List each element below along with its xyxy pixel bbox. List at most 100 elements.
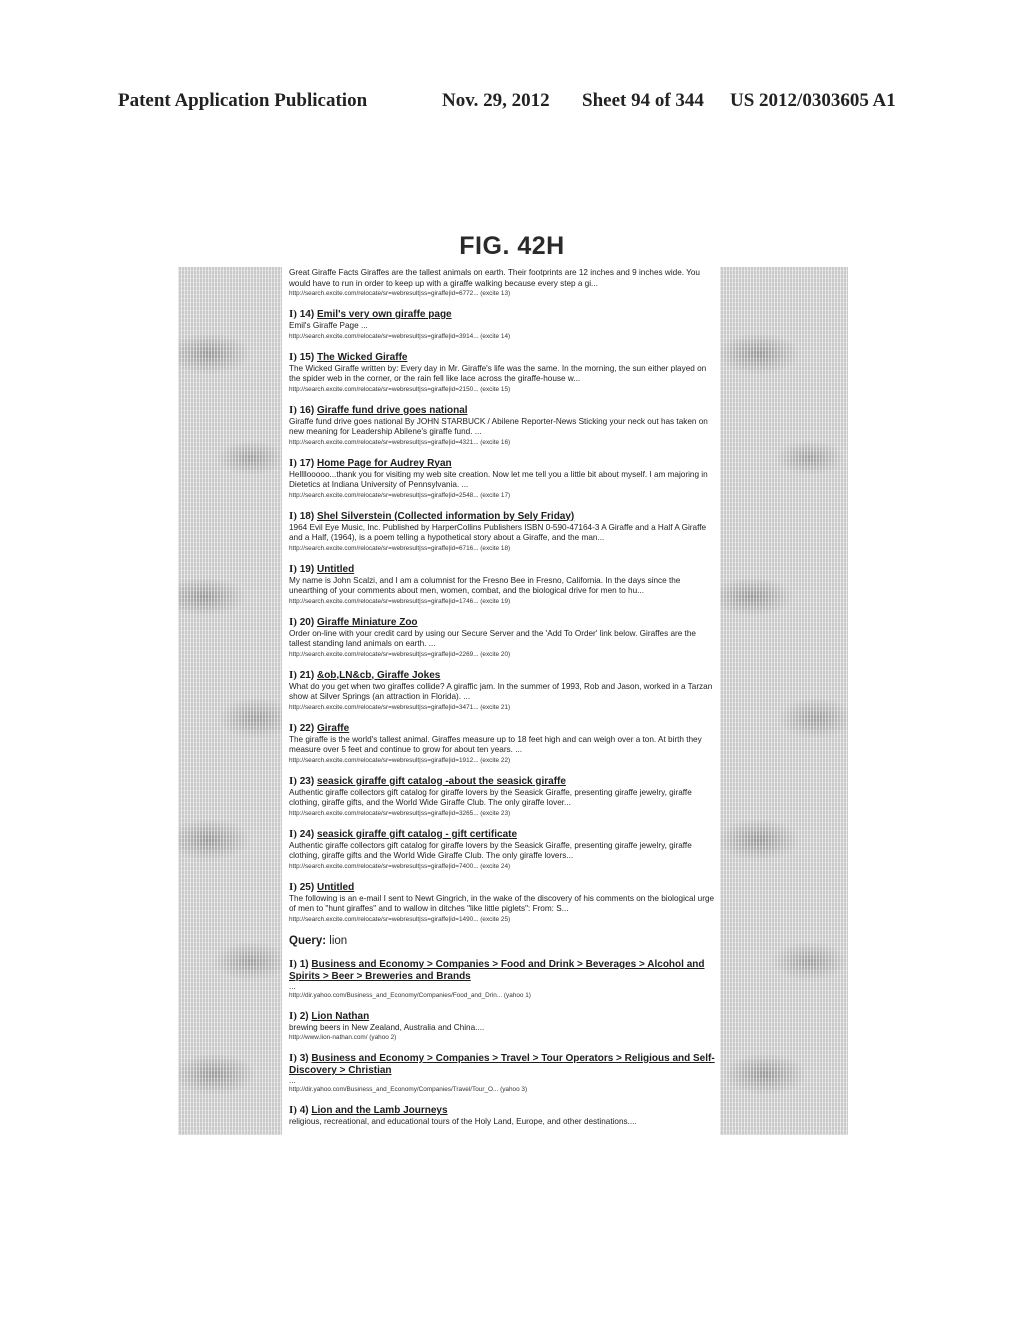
query-label: Query: [289,934,327,947]
result-marker: I) [289,615,297,628]
result-heading: I) 1) Business and Economy > Companies >… [289,958,717,983]
result-title-link[interactable]: Business and Economy > Companies > Food … [289,959,705,982]
result-number: 25) [299,881,315,893]
result-title-link[interactable]: Untitled [317,564,354,575]
result-marker: I) [289,880,297,893]
result-url[interactable]: http://search.excite.com/relocate/sr=web… [289,332,717,341]
result-snippet: What do you get when two giraffes collid… [289,681,713,702]
result-number: 2) [299,1010,309,1022]
search-result: I) 2) Lion Nathan brewing beers in New Z… [289,1010,717,1043]
result-title-link[interactable]: Lion Nathan [311,1011,369,1022]
result-url[interactable]: http://search.excite.com/relocate/sr=web… [289,438,717,447]
figure-title: FIG. 42H [459,232,565,260]
result-title-link[interactable]: Giraffe [317,723,349,734]
result-title-link[interactable]: Business and Economy > Companies > Trave… [289,1053,715,1076]
lead-result-fragment: Great Giraffe Facts Giraffes are the tal… [289,268,717,298]
result-title-link[interactable]: Emil's very own giraffe page [317,309,452,320]
publication-date: Nov. 29, 2012 [442,90,550,111]
search-result: I) 20) Giraffe Miniature Zoo Order on-li… [289,616,717,659]
result-title-link[interactable]: Home Page for Audrey Ryan [317,458,452,469]
result-title-link[interactable]: Giraffe fund drive goes national [317,405,468,416]
result-marker: I) [289,827,297,840]
result-url[interactable]: http://search.excite.com/relocate/sr=web… [289,491,717,500]
result-snippet: ... [289,981,296,991]
result-title-link[interactable]: Lion and the Lamb Journeys [311,1105,447,1116]
search-result: I) 18) Shel Silverstein (Collected infor… [289,510,717,553]
search-result: I) 22) Giraffe The giraffe is the world'… [289,722,717,765]
result-number: 20) [299,616,315,628]
result-url[interactable]: http://search.excite.com/relocate/sr=web… [289,862,717,871]
result-number: 15) [299,351,315,363]
search-result: I) 25) Untitled The following is an e-ma… [289,881,717,924]
giraffe-results-list: I) 14) Emil's very own giraffe page Emil… [289,308,717,924]
result-marker: I) [289,1104,297,1116]
result-marker: I) [289,509,297,522]
result-marker: I) [289,721,297,734]
result-heading: I) 18) Shel Silverstein (Collected infor… [289,510,717,523]
result-url[interactable]: http://search.excite.com/relocate/sr=web… [289,289,717,298]
result-url[interactable]: http://search.excite.com/relocate/sr=web… [289,385,717,394]
result-title-link[interactable]: seasick giraffe gift catalog -about the … [317,776,566,787]
result-url[interactable]: http://search.excite.com/relocate/sr=web… [289,597,717,606]
result-number: 22) [299,722,315,734]
lion-results-list: I) 1) Business and Economy > Companies >… [289,958,717,1128]
result-heading: I) 2) Lion Nathan [289,1010,717,1023]
result-snippet: The giraffe is the world's tallest anima… [289,734,702,755]
result-number: 1) [299,958,309,970]
result-url[interactable]: http://search.excite.com/relocate/sr=web… [289,809,717,818]
result-marker: I) [289,456,297,469]
result-snippet: Authentic giraffe collectors gift catalo… [289,840,692,861]
result-snippet: Giraffe fund drive goes national By JOHN… [289,416,708,437]
result-number: 23) [299,775,315,787]
result-number: 21) [299,669,315,681]
result-title-link[interactable]: Shel Silverstein (Collected information … [317,511,574,522]
result-url[interactable]: http://search.excite.com/relocate/sr=web… [289,650,717,659]
result-number: 17) [299,457,315,469]
query-value: lion [329,934,348,947]
result-snippet: Hellllooooo...thank you for visiting my … [289,469,708,490]
result-marker: I) [289,774,297,787]
result-heading: I) 15) The Wicked Giraffe [289,351,717,364]
result-url[interactable]: http://dir.yahoo.com/Business_and_Econom… [289,1085,717,1094]
result-marker: I) [289,1052,297,1064]
result-heading: I) 16) Giraffe fund drive goes national [289,404,717,417]
search-result: I) 15) The Wicked Giraffe The Wicked Gir… [289,351,717,394]
result-heading: I) 3) Business and Economy > Companies >… [289,1052,717,1077]
result-heading: I) 19) Untitled [289,563,717,576]
result-heading: I) 21) &ob,LN&cb, Giraffe Jokes [289,669,717,682]
result-url[interactable]: http://search.excite.com/relocate/sr=web… [289,544,717,553]
result-heading: I) 20) Giraffe Miniature Zoo [289,616,717,629]
result-marker: I) [289,1009,297,1022]
patent-number: US 2012/0303605 A1 [730,90,896,111]
result-snippet: brewing beers in New Zealand, Australia … [289,1022,485,1032]
result-number: 18) [299,510,315,522]
result-heading: I) 14) Emil's very own giraffe page [289,308,717,321]
search-result: I) 16) Giraffe fund drive goes national … [289,404,717,447]
result-url[interactable]: http://search.excite.com/relocate/sr=web… [289,703,717,712]
search-result: I) 14) Emil's very own giraffe page Emil… [289,308,717,341]
result-snippet: Authentic giraffe collectors gift catalo… [289,787,692,808]
search-result: I) 1) Business and Economy > Companies >… [289,958,717,1000]
result-url[interactable]: http://www.lion-nathan.com/ (yahoo 2) [289,1033,717,1042]
result-title-link[interactable]: Giraffe Miniature Zoo [317,617,418,628]
result-snippet: The Wicked Giraffe written by: Every day… [289,363,707,384]
right-background-pattern [720,267,848,1135]
result-heading: I) 4) Lion and the Lamb Journeys [289,1104,717,1117]
result-url[interactable]: http://dir.yahoo.com/Business_and_Econom… [289,991,717,1000]
publication-label: Patent Application Publication [118,90,368,111]
result-url[interactable]: http://search.excite.com/relocate/sr=web… [289,756,717,765]
query-heading: Query: lion [289,934,717,948]
search-result: I) 3) Business and Economy > Companies >… [289,1052,717,1094]
result-title-link[interactable]: Untitled [317,882,354,893]
result-heading: I) 22) Giraffe [289,722,717,735]
left-background-pattern [178,267,282,1135]
result-snippet: Order on-line with your credit card by u… [289,628,696,649]
result-title-link[interactable]: seasick giraffe gift catalog - gift cert… [317,829,517,840]
result-heading: I) 23) seasick giraffe gift catalog -abo… [289,775,717,788]
result-number: 19) [299,563,315,575]
search-result: I) 17) Home Page for Audrey Ryan Hellllo… [289,457,717,500]
result-marker: I) [289,403,297,416]
result-title-link[interactable]: &ob,LN&cb, Giraffe Jokes [317,670,440,681]
result-title-link[interactable]: The Wicked Giraffe [317,352,408,363]
result-url[interactable]: http://search.excite.com/relocate/sr=web… [289,915,717,924]
